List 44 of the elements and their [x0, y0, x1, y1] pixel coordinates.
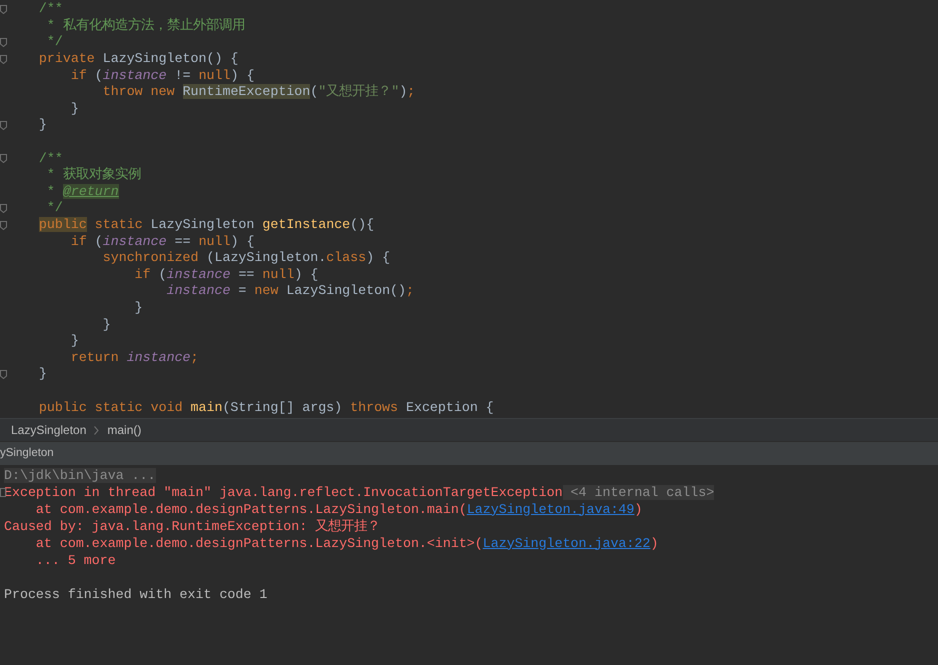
fold-marker-icon[interactable]	[0, 38, 7, 47]
collapse-icon[interactable]	[0, 488, 6, 497]
fold-marker-icon[interactable]	[0, 154, 7, 164]
code-line: throw new RuntimeException("又想开挂？");	[102, 84, 416, 100]
code-line: }	[38, 117, 47, 134]
source-link[interactable]: LazySingleton.java:49	[466, 502, 634, 516]
code-line: */	[46, 200, 63, 216]
code-line: * 私有化构造方法，禁止外部调用	[46, 18, 245, 34]
breadcrumb-item[interactable]: main()	[107, 421, 142, 439]
code-line: public static void main(String[] args) throws Exception {	[38, 400, 494, 416]
code-line: return instance;	[70, 350, 199, 366]
console-line: at com.example.demo.designPatterns.LazySingleton.<init>(LazySingleton.java:22)	[34, 536, 658, 552]
run-tab[interactable]: ySingleton	[0, 444, 54, 462]
fold-marker-icon[interactable]	[0, 204, 7, 213]
console-line: Exception in thread "main" java.lang.reflect.InvocationTargetException <4 internal calls>	[3, 484, 714, 500]
fold-marker-icon[interactable]	[0, 120, 7, 130]
code-line: if (instance != null) {	[70, 68, 254, 84]
console-line: at com.example.demo.designPatterns.LazySingleton.main(LazySingleton.java:49)	[34, 502, 642, 518]
code-line: public static LazySingleton getInstance(){	[38, 217, 374, 234]
fold-marker-icon[interactable]	[0, 4, 7, 14]
code-line: }	[102, 316, 111, 333]
code-line: * @return	[46, 184, 119, 200]
code-line: }	[38, 366, 47, 382]
code-line: /**	[38, 1, 63, 18]
console-line: Caused by: java.lang.RuntimeException: 又想开挂？	[3, 518, 380, 534]
chevron-right-icon	[94, 426, 100, 434]
code-line: }	[70, 100, 79, 117]
fold-marker-icon[interactable]	[0, 54, 7, 64]
code-line: instance = new LazySingleton();	[166, 283, 414, 300]
source-link[interactable]: LazySingleton.java:22	[482, 536, 650, 550]
breadcrumb-item[interactable]: LazySingleton	[11, 421, 86, 439]
console-line: Process finished with exit code 1	[3, 586, 268, 602]
code-line: * 获取对象实例	[46, 167, 141, 184]
code-line: }	[70, 333, 79, 350]
fold-marker-icon[interactable]	[0, 370, 7, 379]
console-line: ... 5 more	[34, 552, 116, 568]
code-line: */	[46, 34, 63, 50]
code-line: /**	[38, 150, 63, 167]
code-line: if (instance == null) {	[70, 234, 254, 250]
code-line: synchronized (LazySingleton.class) {	[102, 250, 390, 266]
code-line: }	[134, 300, 143, 316]
fold-marker-icon[interactable]	[0, 220, 7, 230]
code-line: if (instance == null) {	[134, 266, 318, 283]
code-line: private LazySingleton() {	[38, 51, 238, 68]
